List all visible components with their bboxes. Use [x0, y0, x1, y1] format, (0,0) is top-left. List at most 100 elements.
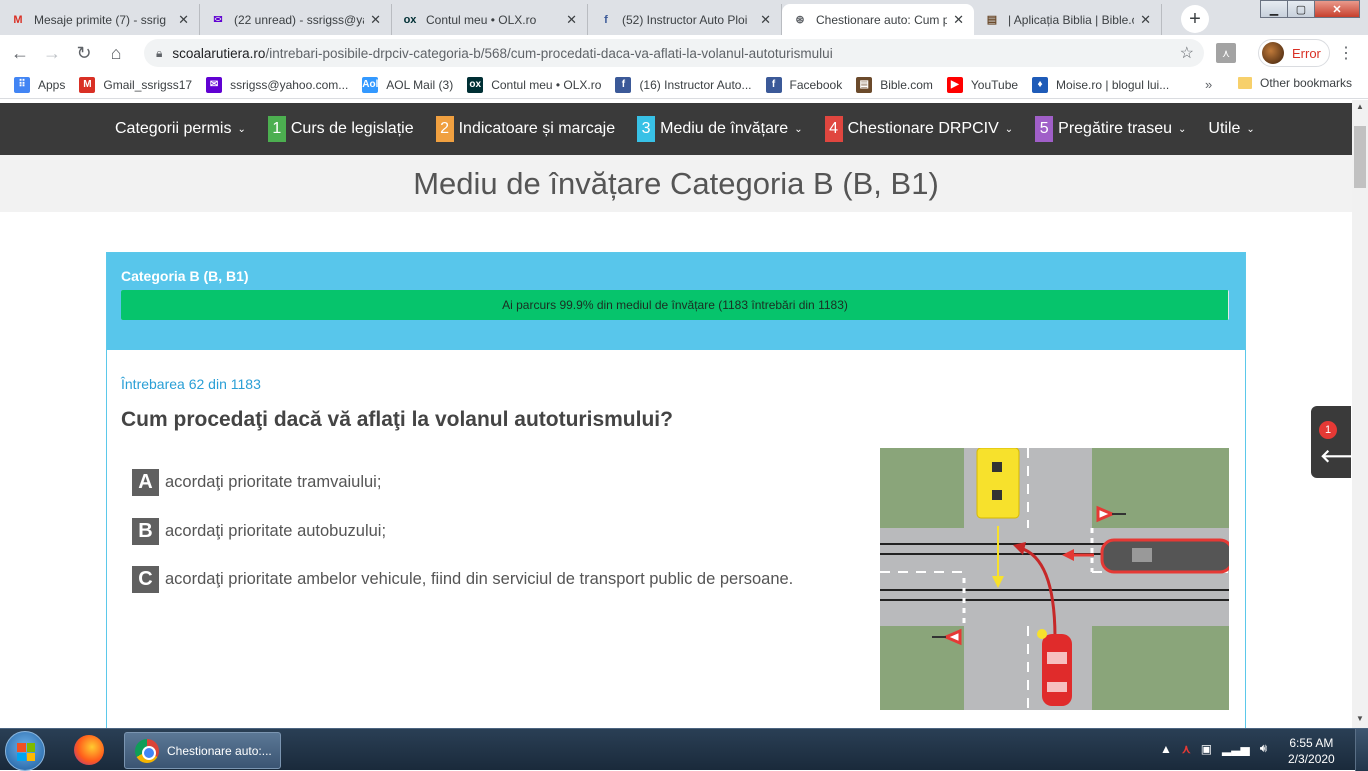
browser-tab[interactable]: ▤ | Aplicația Biblia | Bible.c ✕ — [974, 4, 1162, 35]
nav-item-number: 4 — [824, 116, 843, 142]
tab-title: (52) Instructor Auto Ploi — [622, 12, 748, 27]
volume-icon[interactable]: 🔊︎ — [1260, 741, 1268, 756]
windows-taskbar: Chestionare auto:... ▲ ⋏ ▣ ▂▃▅ 🔊︎ 6:55 A… — [0, 728, 1368, 771]
page-scrollbar[interactable]: ▲ ▼ — [1352, 100, 1368, 728]
bookmark-star-icon[interactable]: ☆ — [1180, 43, 1194, 63]
browser-tab[interactable]: ✉ (22 unread) - ssrigss@ya ✕ — [200, 4, 392, 35]
clock-time: 6:55 AM — [1289, 736, 1334, 750]
close-tab-icon[interactable]: ✕ — [178, 12, 189, 28]
taskbar-app-chrome[interactable]: Chestionare auto:... — [124, 732, 281, 769]
site-navigation: Categorii permis ⌄ 1 Curs de legislație 2 Ind… — [0, 103, 1352, 155]
tray-expand-icon[interactable]: ▲ — [1160, 742, 1172, 756]
forward-arrow-icon[interactable]: → — [40, 41, 64, 65]
browser-tab[interactable]: f (52) Instructor Auto Ploi ✕ — [588, 4, 782, 35]
nav-item[interactable]: 1 Curs de legislație — [267, 116, 414, 142]
bookmark-item[interactable]: ox Contul meu • OLX.ro — [467, 76, 601, 93]
nav-item[interactable]: Categorii permis ⌄ — [115, 120, 246, 138]
tab-title: Mesaje primite (7) - ssrig — [34, 12, 167, 27]
scroll-down-icon[interactable]: ▼ — [1356, 714, 1364, 723]
side-feedback-tab[interactable]: 1 🡐 — [1311, 406, 1352, 478]
bookmarks-overflow-button[interactable]: » — [1205, 77, 1212, 92]
question-text: Cum procedaţi dacă vă aflaţi la volanul … — [121, 408, 673, 431]
close-tab-icon[interactable]: ✕ — [760, 12, 771, 28]
firefox-icon[interactable] — [74, 735, 104, 765]
avatar — [1262, 42, 1284, 64]
apps-grid-icon: ⠿ — [14, 76, 30, 93]
device-tray-icon[interactable]: ▣ — [1201, 742, 1212, 756]
close-tab-icon[interactable]: ✕ — [566, 12, 577, 28]
nav-item[interactable]: 5 Pregătire traseu ⌄ — [1035, 116, 1186, 142]
nav-item[interactable]: 2 Indicatoare și marcaje — [435, 116, 615, 142]
chrome-icon — [135, 738, 159, 763]
intersection-diagram-icon — [880, 448, 1229, 710]
minimize-button[interactable]: ▁ — [1260, 0, 1288, 18]
browser-tab[interactable]: ⊛ Chestionare auto: Cum p ✕ — [782, 4, 974, 35]
reload-icon[interactable]: ↻ — [72, 41, 96, 65]
nav-item[interactable]: 4 Chestionare DRPCIV ⌄ — [824, 116, 1013, 142]
profile-button[interactable]: Error — [1258, 39, 1330, 67]
bookmark-item[interactable]: f (16) Instructor Auto... — [615, 76, 752, 93]
answer-option[interactable]: Aacordaţi prioritate tramvaiului; — [132, 469, 381, 496]
chevron-down-icon: ⌄ — [794, 123, 803, 135]
browser-tab[interactable]: ox Contul meu • OLX.ro ✕ — [392, 4, 588, 35]
bookmark-label: Bible.com — [880, 77, 933, 92]
browser-tab[interactable]: M Mesaje primite (7) - ssrig ✕ — [0, 4, 200, 35]
page-title: Mediu de învățare Categoria B (B, B1) — [0, 155, 1352, 212]
start-button[interactable] — [5, 731, 45, 771]
other-bookmarks[interactable]: Other bookmarks — [1238, 76, 1352, 90]
system-tray: ▲ ⋏ ▣ ▂▃▅ 🔊︎ — [1160, 741, 1277, 756]
bible-icon: ▤ — [856, 76, 873, 93]
lock-icon: 🔒︎ — [156, 45, 163, 60]
nav-item-label: Utile — [1208, 120, 1241, 137]
nav-item-number: 5 — [1035, 116, 1054, 142]
back-arrow-icon[interactable]: ← — [8, 41, 32, 65]
nav-item[interactable]: Utile ⌄ — [1208, 120, 1254, 138]
arrow-left-icon[interactable]: 🡐 — [1320, 446, 1352, 467]
nav-item[interactable]: 3 Mediu de învățare ⌄ — [637, 116, 803, 142]
maximize-button[interactable]: ▢ — [1287, 0, 1315, 18]
olx-icon: ox — [403, 13, 417, 26]
nav-item-label: Chestionare DRPCIV — [847, 120, 999, 137]
bookmark-item[interactable]: ✉ ssrigss@yahoo.com... — [206, 76, 348, 93]
nav-item-number: 2 — [435, 116, 454, 142]
steering-wheel-icon: ⊛ — [795, 14, 805, 26]
chevron-down-icon: ⌄ — [1246, 123, 1255, 135]
progress-bar: Ai parcurs 99.9% din mediul de învățare … — [121, 290, 1229, 320]
intersection-illustration — [880, 448, 1229, 710]
new-tab-button[interactable]: + — [1181, 5, 1209, 33]
bookmark-item[interactable]: M Gmail_ssrigss17 — [79, 76, 192, 93]
bookmark-label: YouTube — [970, 77, 1019, 92]
window-controls: ▁ ▢ ✕ — [1260, 0, 1360, 18]
bookmark-item[interactable]: ♦ Moise.ro | blogul lui... — [1032, 76, 1169, 93]
answer-option[interactable]: Bacordaţi prioritate autobuzului; — [132, 518, 386, 545]
taskbar-app-label: Chestionare auto:... — [167, 743, 272, 758]
home-icon[interactable]: ⌂ — [104, 41, 128, 65]
kebab-menu-icon[interactable]: ⋮ — [1338, 43, 1354, 63]
youtube-icon: ▶ — [946, 76, 963, 93]
pdf-tray-icon[interactable]: ⋏ — [1182, 742, 1191, 756]
question-panel: Categoria B (B, B1) Ai parcurs 99.9% din… — [106, 252, 1246, 728]
close-tab-icon[interactable]: ✕ — [370, 12, 381, 28]
scroll-thumb[interactable] — [1354, 126, 1366, 188]
nav-item-label: Curs de legislație — [290, 120, 414, 137]
show-desktop-button[interactable] — [1355, 729, 1368, 771]
network-icon[interactable]: ▂▃▅ — [1222, 742, 1250, 756]
close-window-button[interactable]: ✕ — [1314, 0, 1360, 18]
bookmark-item[interactable]: ▤ Bible.com — [856, 76, 933, 93]
close-tab-icon[interactable]: ✕ — [1140, 12, 1151, 28]
pdf-extension-icon[interactable]: ⋏ — [1216, 43, 1236, 63]
answer-option[interactable]: Cacordaţi prioritate ambelor vehicule, f… — [132, 566, 793, 593]
scroll-up-icon[interactable]: ▲ — [1356, 102, 1364, 111]
bookmark-item[interactable]: f Facebook — [765, 76, 842, 93]
answer-text: acordaţi prioritate ambelor vehicule, fi… — [165, 570, 794, 588]
question-counter: Întrebarea 62 din 1183 — [121, 376, 261, 392]
bookmark-item[interactable]: ▶ YouTube — [946, 76, 1019, 93]
nav-item-number: 3 — [637, 116, 656, 142]
tab-title: Contul meu • OLX.ro — [426, 12, 537, 27]
clock[interactable]: 6:55 AM 2/3/2020 — [1288, 735, 1335, 767]
bookmark-label: Apps — [38, 77, 66, 92]
bookmark-item[interactable]: ⠿ Apps — [14, 76, 66, 93]
address-bar[interactable]: 🔒︎ scoalarutiera.ro/intrebari-posibile-d… — [144, 39, 1204, 67]
bookmark-item[interactable]: Aol AOL Mail (3) — [362, 76, 453, 93]
close-tab-icon[interactable]: ✕ — [953, 12, 964, 28]
